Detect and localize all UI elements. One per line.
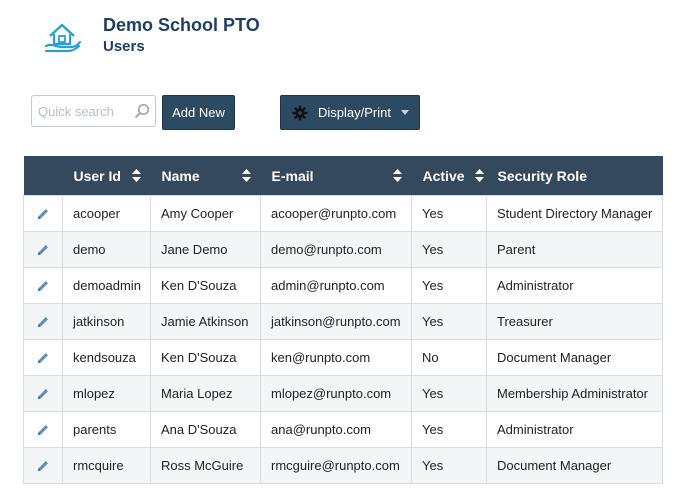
add-new-button[interactable]: Add New — [162, 95, 235, 130]
active-cell: Yes — [411, 375, 487, 412]
email-cell: acooper@runpto.com — [260, 195, 412, 232]
edit-cell[interactable] — [23, 375, 63, 412]
edit-cell[interactable] — [23, 195, 63, 232]
name-cell: Ana D'Souza — [150, 411, 261, 448]
table-row[interactable]: acooper Amy Cooper acooper@runpto.com Yes St… — [23, 195, 663, 232]
sort-icon[interactable] — [241, 169, 251, 182]
edit-cell[interactable] — [23, 267, 63, 304]
active-cell: Yes — [411, 267, 487, 304]
user-id-cell: demo — [62, 231, 151, 268]
sort-icon[interactable] — [131, 169, 141, 182]
edit-pencil-icon[interactable] — [36, 459, 50, 473]
search-icon[interactable] — [134, 103, 150, 119]
active-cell: Yes — [411, 447, 487, 484]
name-cell: Ken D'Souza — [150, 267, 261, 304]
user-id-cell: jatkinson — [62, 303, 151, 340]
security-role-cell: Administrator — [486, 267, 663, 304]
edit-pencil-icon[interactable] — [36, 279, 50, 293]
user-id-cell: mlopez — [62, 375, 151, 412]
name-cell: Ken D'Souza — [150, 339, 261, 376]
edit-pencil-icon[interactable] — [36, 243, 50, 257]
user-id-cell: kendsouza — [62, 339, 151, 376]
active-cell: No — [411, 339, 487, 376]
security-role-cell: Document Manager — [486, 339, 663, 376]
org-title: Demo School PTO — [103, 15, 260, 35]
user-id-cell: acooper — [62, 195, 151, 232]
security-role-cell: Document Manager — [486, 447, 663, 484]
users-table: User Id Name E-mail Active Security Role… — [23, 156, 663, 484]
edit-column-header — [23, 156, 63, 196]
edit-pencil-icon[interactable] — [36, 423, 50, 437]
table-row[interactable]: jatkinson Jamie Atkinson jatkinson@runpto.… — [23, 303, 663, 340]
user-id-cell: parents — [62, 411, 151, 448]
column-header-active[interactable]: Active — [411, 156, 487, 196]
security-role-cell: Student Directory Manager — [486, 195, 663, 232]
active-cell: Yes — [411, 303, 487, 340]
gear-icon — [292, 105, 308, 120]
user-id-cell: demoadmin — [62, 267, 151, 304]
edit-cell[interactable] — [23, 447, 63, 484]
table-row[interactable]: rmcquire Ross McGuire rmcguire@runpto.com Y… — [23, 447, 663, 484]
chevron-down-icon — [400, 110, 409, 115]
column-header-user-id[interactable]: User Id — [62, 156, 151, 196]
toolbar: Add New Display/Print — [0, 94, 674, 134]
email-cell: demo@runpto.com — [260, 231, 412, 268]
name-cell: Amy Cooper — [150, 195, 261, 232]
security-role-cell: Parent — [486, 231, 663, 268]
page-title: Users — [103, 38, 145, 55]
email-cell: ana@runpto.com — [260, 411, 412, 448]
edit-cell[interactable] — [23, 303, 63, 340]
email-cell: mlopez@runpto.com — [260, 375, 412, 412]
edit-cell[interactable] — [23, 231, 63, 268]
table-row[interactable]: parents Ana D'Souza ana@runpto.com Yes Admin… — [23, 411, 663, 448]
security-role-cell: Administrator — [486, 411, 663, 448]
column-header-security-role: Security Role — [486, 156, 663, 196]
email-cell: admin@runpto.com — [260, 267, 412, 304]
search-input[interactable] — [32, 96, 138, 126]
active-cell: Yes — [411, 411, 487, 448]
sort-icon[interactable] — [392, 169, 402, 182]
active-cell: Yes — [411, 195, 487, 232]
edit-pencil-icon[interactable] — [36, 315, 50, 329]
name-cell: Jamie Atkinson — [150, 303, 261, 340]
house-hand-icon — [44, 23, 82, 53]
email-cell: rmcguire@runpto.com — [260, 447, 412, 484]
name-cell: Ross McGuire — [150, 447, 261, 484]
table-row[interactable]: demo Jane Demo demo@runpto.com Yes Parent — [23, 231, 663, 268]
security-role-cell: Membership Administrator — [486, 375, 663, 412]
email-cell: ken@runpto.com — [260, 339, 412, 376]
page-header: Demo School PTO Users — [0, 0, 674, 80]
user-id-cell: rmcquire — [62, 447, 151, 484]
column-header-email[interactable]: E-mail — [260, 156, 412, 196]
edit-pencil-icon[interactable] — [36, 351, 50, 365]
security-role-cell: Treasurer — [486, 303, 663, 340]
table-header-row: User Id Name E-mail Active Security Role — [23, 156, 663, 196]
email-cell: jatkinson@runpto.com — [260, 303, 412, 340]
table-row[interactable]: demoadmin Ken D'Souza admin@runpto.com Yes A… — [23, 267, 663, 304]
active-cell: Yes — [411, 231, 487, 268]
column-header-name[interactable]: Name — [150, 156, 261, 196]
edit-pencil-icon[interactable] — [36, 387, 50, 401]
sort-icon[interactable] — [474, 169, 484, 182]
display-print-label: Display/Print — [318, 105, 391, 120]
table-row[interactable]: mlopez Maria Lopez mlopez@runpto.com Yes Mem… — [23, 375, 663, 412]
table-row[interactable]: kendsouza Ken D'Souza ken@runpto.com No Docu… — [23, 339, 663, 376]
name-cell: Jane Demo — [150, 231, 261, 268]
add-new-label: Add New — [172, 105, 225, 120]
display-print-button[interactable]: Display/Print — [280, 95, 420, 130]
edit-cell[interactable] — [23, 339, 63, 376]
edit-cell[interactable] — [23, 411, 63, 448]
quick-search-box[interactable] — [31, 95, 156, 127]
edit-pencil-icon[interactable] — [36, 207, 50, 221]
name-cell: Maria Lopez — [150, 375, 261, 412]
